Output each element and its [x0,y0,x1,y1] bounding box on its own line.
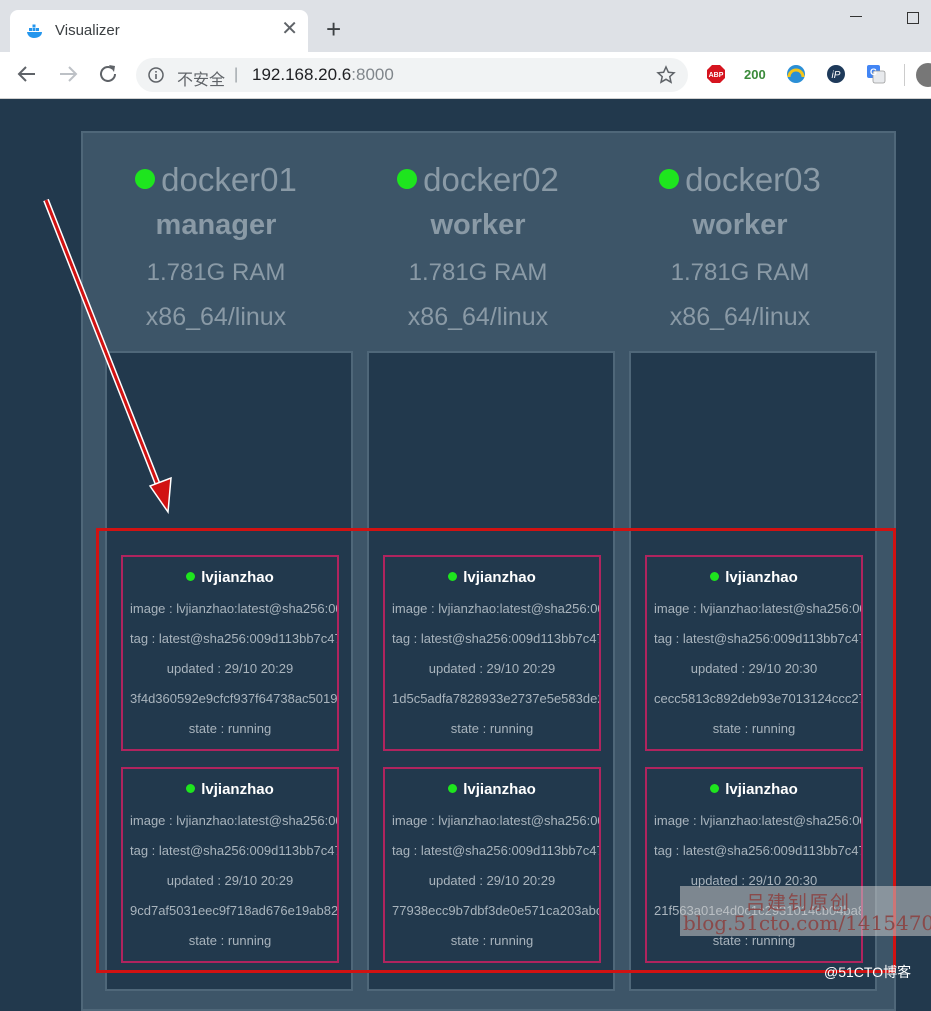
watermark-url: blog.51cto.com/14154700 [683,911,931,935]
annotation-arrow-icon [43,198,172,515]
watermark-credit: @51CTO博客 [824,964,912,980]
